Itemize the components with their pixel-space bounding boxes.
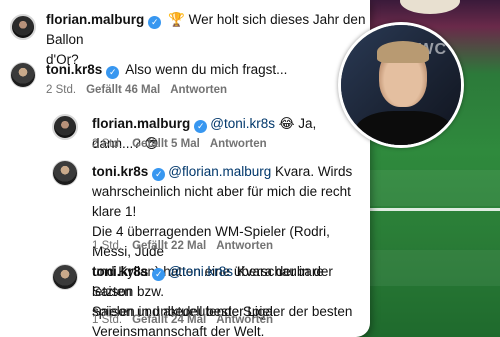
username[interactable]: toni.kr8s (46, 62, 102, 77)
mention-link[interactable]: @toni.kr8s (168, 264, 233, 279)
comment-meta: 2 Std. Gefällt 5 Mal Antworten (92, 138, 277, 150)
comment-body: Also wenn du mich fragst... (125, 62, 288, 77)
comment-text: toni.kr8s ✓ Also wenn du mich fragst... (46, 60, 346, 80)
username[interactable]: toni.kr8s (92, 164, 148, 179)
like-count[interactable]: Gefällt 24 Mal (132, 314, 206, 326)
avatar[interactable] (10, 14, 36, 40)
timestamp: 2 Std. (92, 138, 123, 150)
comment-meta: 1 Std. Gefällt 22 Mal Antworten (92, 240, 283, 252)
comment-meta: 1 Std. Gefällt 24 Mal Antworten (92, 314, 283, 326)
mention-link[interactable]: @florian.malburg (168, 164, 271, 179)
comment-card: florian.malburg ✓ 🏆 Wer holt sich dieses … (0, 0, 370, 337)
avatar[interactable] (52, 160, 78, 186)
trophy-emoji: 🏆 (168, 12, 185, 27)
reply-button[interactable]: Antworten (210, 138, 267, 150)
username[interactable]: florian.malburg (92, 116, 190, 131)
reply-button[interactable]: Antworten (216, 314, 273, 326)
person-hair (377, 41, 429, 63)
timestamp: 1 Std. (92, 314, 123, 326)
timestamp: 1 Std. (92, 240, 123, 252)
profile-photo: IWC (338, 22, 464, 148)
avatar[interactable] (10, 62, 36, 88)
like-count[interactable]: Gefällt 22 Mal (132, 240, 206, 252)
verified-badge-icon: ✓ (148, 16, 162, 29)
mention-link[interactable]: @toni.kr8s (210, 116, 275, 131)
comment-body: Kvara. Wirds (275, 164, 353, 179)
verified-badge-icon: ✓ (106, 66, 120, 79)
username[interactable]: florian.malburg (46, 12, 144, 27)
verified-badge-icon: ✓ (152, 268, 166, 281)
avatar[interactable] (52, 114, 78, 140)
timestamp: 2 Std. (46, 84, 77, 96)
comment-body: wahrscheinlich nicht aber für mich die r… (92, 184, 351, 219)
avatar[interactable] (52, 264, 78, 290)
comment-meta: 2 Std. Gefällt 46 Mal Antworten (46, 84, 237, 96)
like-count[interactable]: Gefällt 46 Mal (86, 84, 160, 96)
reply-button[interactable]: Antworten (216, 240, 273, 252)
verified-badge-icon: ✓ (194, 120, 208, 133)
username[interactable]: toni.kr8s (92, 264, 148, 279)
pitch-line (370, 208, 500, 211)
verified-badge-icon: ✓ (152, 168, 166, 181)
person-suit (355, 111, 453, 145)
reply-button[interactable]: Antworten (170, 84, 227, 96)
like-count[interactable]: Gefällt 5 Mal (132, 138, 200, 150)
